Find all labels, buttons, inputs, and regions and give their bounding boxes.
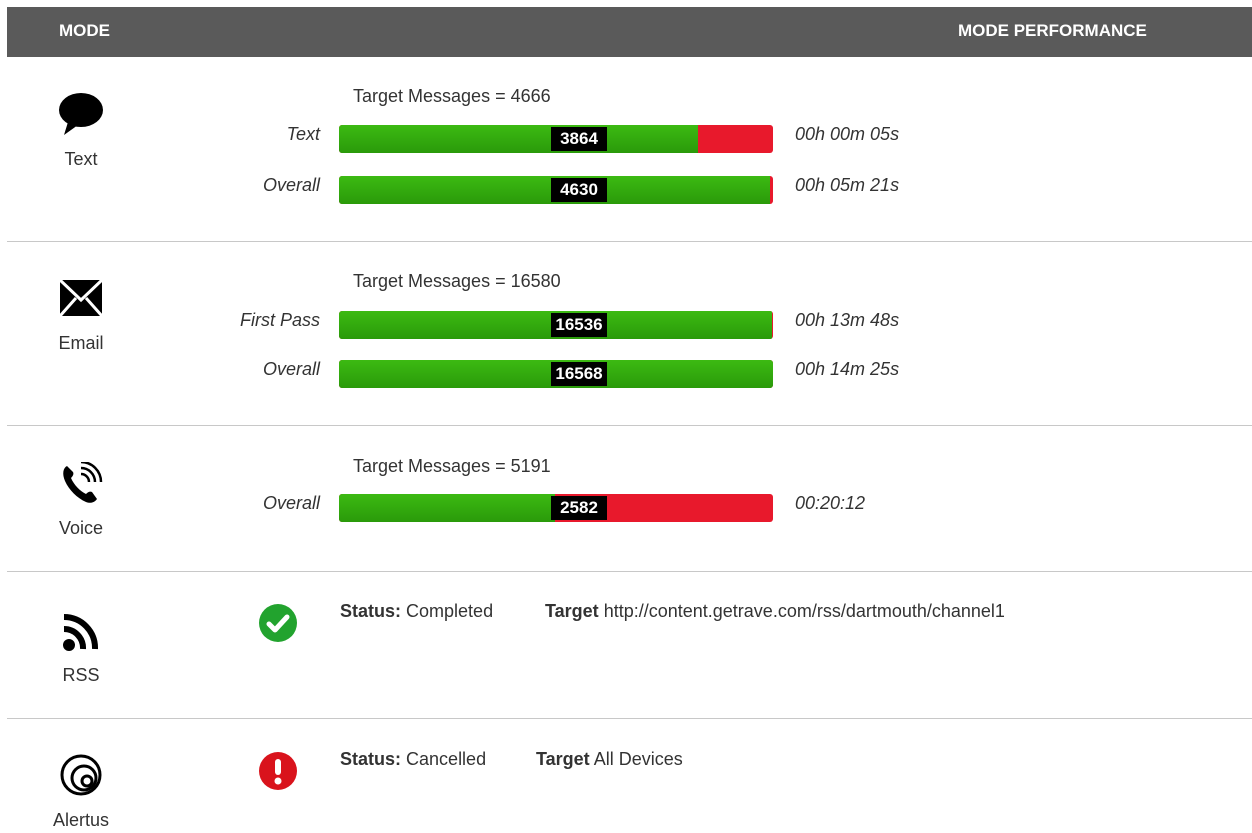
alertus-icon — [57, 753, 105, 797]
row-label: Overall — [262, 359, 320, 379]
section-divider — [7, 718, 1252, 719]
row-duration: 00h 14m 25s — [795, 359, 900, 379]
progress-value: 3864 — [551, 127, 607, 151]
mode-label-email: Email — [58, 333, 104, 353]
row-label: Text — [286, 124, 320, 144]
exclamation-circle-icon — [259, 752, 297, 790]
row-duration: 00h 05m 21s — [795, 175, 900, 195]
progress-bar: 16536 — [339, 311, 773, 339]
progress-value: 16568 — [551, 362, 607, 386]
status-value: Completed — [406, 601, 494, 621]
progress-fill — [339, 125, 699, 153]
row-duration: 00h 13m 48s — [795, 310, 900, 330]
section-divider — [7, 425, 1252, 426]
progress-bar: 3864 — [339, 125, 773, 153]
mode-label-rss: RSS — [62, 665, 100, 685]
row-label: Overall — [262, 175, 320, 195]
target-messages-text: Target Messages = 4666 — [353, 86, 551, 106]
mode-column-header: MODE — [59, 21, 110, 40]
section-divider — [7, 241, 1252, 242]
table-header: MODE MODE PERFORMANCE — [7, 7, 1252, 57]
status-value: Cancelled — [406, 749, 487, 769]
row-duration: 00:20:12 — [795, 493, 866, 513]
progress-fill — [339, 494, 555, 522]
row-label: First Pass — [239, 310, 320, 330]
progress-value: 4630 — [551, 178, 607, 202]
check-circle-icon — [259, 604, 297, 642]
speech-bubble-icon — [57, 92, 105, 136]
mode-performance-column-header: MODE PERFORMANCE — [958, 21, 1147, 40]
status-text: Status: Cancelled — [340, 749, 486, 770]
progress-bar: 4630 — [339, 176, 773, 204]
target-messages-text: Target Messages = 16580 — [353, 271, 561, 291]
target-label: Target — [536, 749, 590, 769]
status-label: Status: — [340, 601, 402, 621]
progress-value: 2582 — [551, 496, 607, 520]
phone-icon — [57, 462, 105, 506]
section-divider — [7, 571, 1252, 572]
target-value: All Devices — [593, 749, 683, 769]
mode-label-voice: Voice — [58, 518, 104, 538]
envelope-icon — [57, 278, 105, 322]
row-label: Overall — [262, 493, 320, 513]
rss-icon — [57, 612, 105, 656]
target-value: http://content.getrave.com/rss/dartmouth… — [603, 601, 1005, 621]
progress-value: 16536 — [551, 313, 607, 337]
progress-bar: 16568 — [339, 360, 773, 388]
target-text: Target http://content.getrave.com/rss/da… — [545, 601, 1005, 622]
status-label: Status: — [340, 749, 402, 769]
progress-bar: 2582 — [339, 494, 773, 522]
target-text: Target All Devices — [536, 749, 683, 770]
target-label: Target — [545, 601, 599, 621]
mode-label-alertus: Alertus — [52, 810, 110, 830]
target-messages-text: Target Messages = 5191 — [353, 456, 551, 476]
mode-label-text: Text — [64, 149, 98, 169]
row-duration: 00h 00m 05s — [795, 124, 900, 144]
status-text: Status: Completed — [340, 601, 493, 622]
